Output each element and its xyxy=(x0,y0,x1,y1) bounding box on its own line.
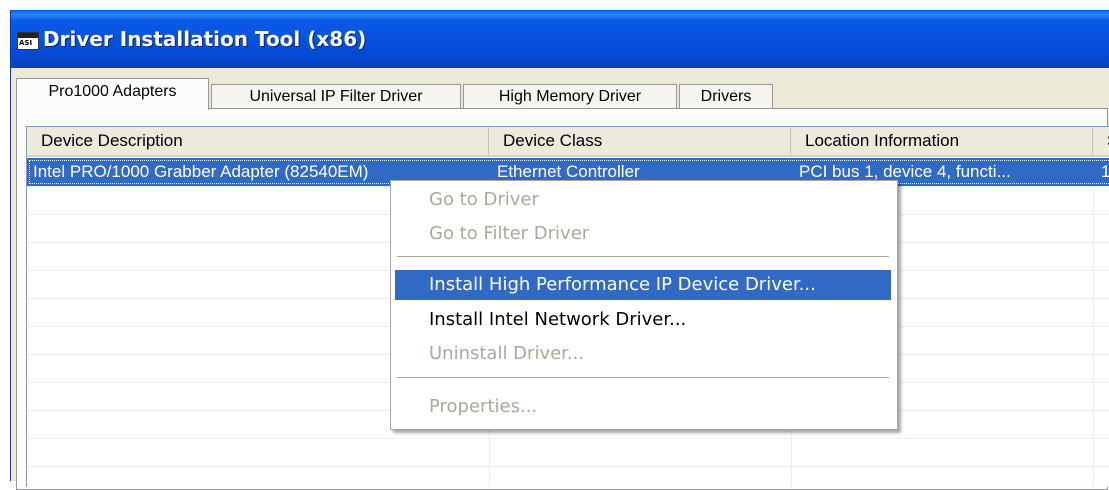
window-title: Driver Installation Tool (x86) xyxy=(43,27,367,51)
menu-item-go-to-driver[interactable]: Go to Driver xyxy=(395,185,891,215)
column-header-location-information[interactable]: Location Information xyxy=(791,127,1093,155)
app-icon[interactable]: ASI xyxy=(17,32,39,50)
grid-line xyxy=(27,438,1109,439)
menu-item-uninstall-driver[interactable]: Uninstall Driver... xyxy=(395,339,891,369)
grid-line xyxy=(27,466,1109,467)
tab-high-memory-driver[interactable]: High Memory Driver xyxy=(463,84,677,108)
app-icon-label: ASI xyxy=(19,39,33,47)
tab-drivers[interactable]: Drivers xyxy=(679,84,773,108)
menu-separator xyxy=(397,256,889,257)
context-menu: Go to Driver Go to Filter Driver Install… xyxy=(390,180,898,430)
menu-item-install-high-performance-ip-device-driver[interactable]: Install High Performance IP Device Drive… xyxy=(395,270,891,300)
tab-universal-ip-filter-driver[interactable]: Universal IP Filter Driver xyxy=(211,84,461,108)
menu-item-install-intel-network-driver[interactable]: Install Intel Network Driver... xyxy=(395,305,891,335)
title-bar[interactable]: ASI Driver Installation Tool (x86) xyxy=(11,10,1109,68)
menu-item-properties[interactable]: Properties... xyxy=(395,392,891,422)
cell-s: 1 xyxy=(1093,158,1109,186)
menu-separator xyxy=(397,377,889,378)
column-header-device-description[interactable]: Device Description xyxy=(27,127,489,155)
list-header: Device Description Device Class Location… xyxy=(27,127,1109,157)
tab-pro1000-adapters[interactable]: Pro1000 Adapters xyxy=(16,78,209,110)
menu-item-go-to-filter-driver[interactable]: Go to Filter Driver xyxy=(395,219,891,249)
column-header-s[interactable]: S xyxy=(1093,127,1109,155)
column-header-device-class[interactable]: Device Class xyxy=(489,127,791,155)
